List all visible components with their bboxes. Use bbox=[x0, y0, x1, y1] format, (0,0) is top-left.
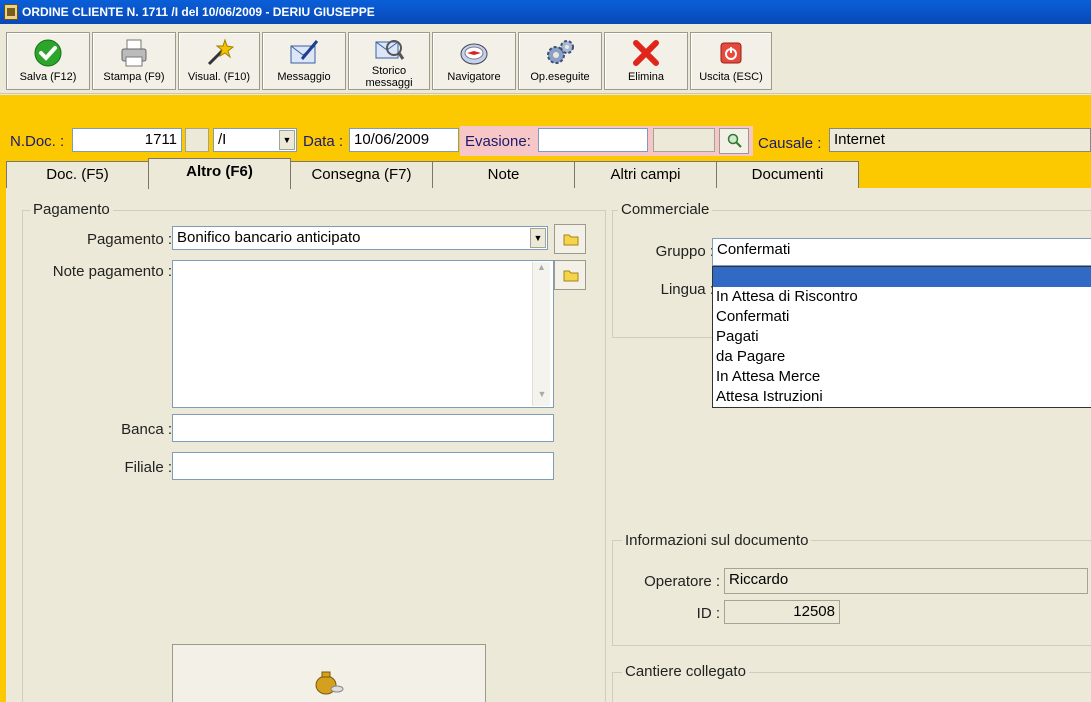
tab-altro[interactable]: Altro (F6) bbox=[148, 158, 291, 189]
id-field: 12508 bbox=[724, 600, 840, 624]
gruppo-dropdown-list[interactable]: In Attesa di Riscontro Confermati Pagati… bbox=[712, 266, 1091, 408]
message-history-button[interactable]: Storico messaggi bbox=[348, 32, 430, 90]
ndoc-spacer-button[interactable] bbox=[185, 128, 209, 152]
message-button[interactable]: Messaggio bbox=[262, 32, 346, 90]
folder-icon bbox=[563, 268, 579, 285]
exit-button[interactable]: Uscita (ESC) bbox=[690, 32, 772, 90]
banca-input[interactable] bbox=[172, 414, 554, 442]
gears-icon bbox=[544, 37, 576, 69]
causale-field: Internet bbox=[829, 128, 1091, 152]
tab-note[interactable]: Note bbox=[432, 161, 575, 188]
operations-done-button[interactable]: Op.eseguite bbox=[518, 32, 602, 90]
evasione-secondary-field[interactable] bbox=[653, 128, 715, 152]
compass-icon bbox=[458, 37, 490, 69]
pagamento-label: Pagamento : bbox=[86, 231, 172, 248]
tab-consegna[interactable]: Consegna (F7) bbox=[290, 161, 433, 188]
printer-icon bbox=[118, 37, 150, 69]
print-button[interactable]: Stampa (F9) bbox=[92, 32, 176, 90]
navigator-button[interactable]: Navigatore bbox=[432, 32, 516, 90]
pagamento-dropdown-icon[interactable]: ▼ bbox=[530, 228, 546, 248]
gruppo-option[interactable]: In Attesa Merce bbox=[713, 367, 1091, 387]
ndoc-label: N.Doc. : bbox=[10, 133, 65, 150]
app-icon bbox=[4, 4, 18, 20]
delete-button[interactable]: Elimina bbox=[604, 32, 688, 90]
causale-label: Causale : bbox=[758, 135, 822, 152]
gruppo-option[interactable]: Confermati bbox=[713, 307, 1091, 327]
gruppo-label: Gruppo : bbox=[655, 243, 714, 260]
tab-strip: Doc. (F5) Altro (F6) Consegna (F7) Note … bbox=[0, 158, 1091, 189]
envelope-search-icon bbox=[373, 35, 405, 63]
tab-documenti[interactable]: Documenti bbox=[716, 161, 859, 188]
cantiere-legend: Cantiere collegato bbox=[622, 663, 749, 680]
yellow-band bbox=[0, 95, 1091, 128]
money-bag-icon bbox=[313, 665, 345, 698]
save-button[interactable]: Salva (F12) bbox=[6, 32, 90, 90]
title-bar: ORDINE CLIENTE N. 1711 /I del 10/06/2009… bbox=[0, 0, 1091, 24]
filiale-input[interactable] bbox=[172, 452, 554, 480]
envelope-pen-icon bbox=[288, 37, 320, 69]
gruppo-option[interactable]: In Attesa di Riscontro bbox=[713, 287, 1091, 307]
pagamento-folder-button[interactable] bbox=[554, 224, 586, 254]
operatore-field: Riccardo bbox=[724, 568, 1088, 594]
commerciale-legend: Commerciale bbox=[618, 201, 713, 218]
power-icon bbox=[715, 37, 747, 69]
operatore-label: Operatore : bbox=[644, 573, 720, 590]
tab-doc[interactable]: Doc. (F5) bbox=[6, 161, 149, 188]
gruppo-option[interactable]: Attesa Istruzioni bbox=[713, 387, 1091, 407]
date-input[interactable]: 10/06/2009 bbox=[349, 128, 459, 152]
red-x-icon bbox=[630, 37, 662, 69]
evasione-search-button[interactable] bbox=[719, 128, 749, 154]
money-bag-button[interactable] bbox=[172, 644, 486, 702]
id-label: ID : bbox=[696, 605, 720, 622]
data-label: Data : bbox=[303, 133, 344, 150]
ndoc-input[interactable]: 1711 bbox=[72, 128, 182, 152]
note-pagamento-textarea[interactable] bbox=[172, 260, 554, 408]
evasione-input[interactable] bbox=[538, 128, 648, 152]
note-folder-button[interactable] bbox=[554, 260, 586, 290]
gruppo-select[interactable]: Confermati bbox=[712, 238, 1091, 266]
toolbar: Salva (F12) Stampa (F9) Visual. (F10) Me… bbox=[0, 24, 1091, 94]
magic-wand-icon bbox=[203, 37, 235, 69]
document-header: N.Doc. : 1711 /I ▼ Data : 10/06/2009 Eva… bbox=[0, 126, 1091, 158]
visualize-button[interactable]: Visual. (F10) bbox=[178, 32, 260, 90]
serie-dropdown-icon[interactable]: ▼ bbox=[279, 130, 295, 150]
check-icon bbox=[32, 37, 64, 69]
gruppo-option[interactable] bbox=[713, 267, 1091, 287]
info-legend: Informazioni sul documento bbox=[622, 532, 812, 549]
evasione-label: Evasione: bbox=[465, 133, 531, 150]
lingua-label: Lingua : bbox=[660, 281, 714, 298]
pagamento-legend: Pagamento bbox=[30, 201, 113, 218]
note-scrollbar[interactable]: ▲ ▼ bbox=[532, 262, 550, 406]
gruppo-option[interactable]: Pagati bbox=[713, 327, 1091, 347]
magnifier-icon bbox=[727, 133, 743, 152]
filiale-label: Filiale : bbox=[124, 459, 172, 476]
folder-icon bbox=[563, 232, 579, 249]
tab-altri-campi[interactable]: Altri campi bbox=[574, 161, 717, 188]
window-title: ORDINE CLIENTE N. 1711 /I del 10/06/2009… bbox=[22, 5, 375, 19]
gruppo-option[interactable]: da Pagare bbox=[713, 347, 1091, 367]
note-pagamento-label: Note pagamento : bbox=[52, 263, 172, 280]
banca-label: Banca : bbox=[121, 421, 172, 438]
pagamento-select[interactable]: Bonifico bancario anticipato bbox=[172, 226, 548, 250]
